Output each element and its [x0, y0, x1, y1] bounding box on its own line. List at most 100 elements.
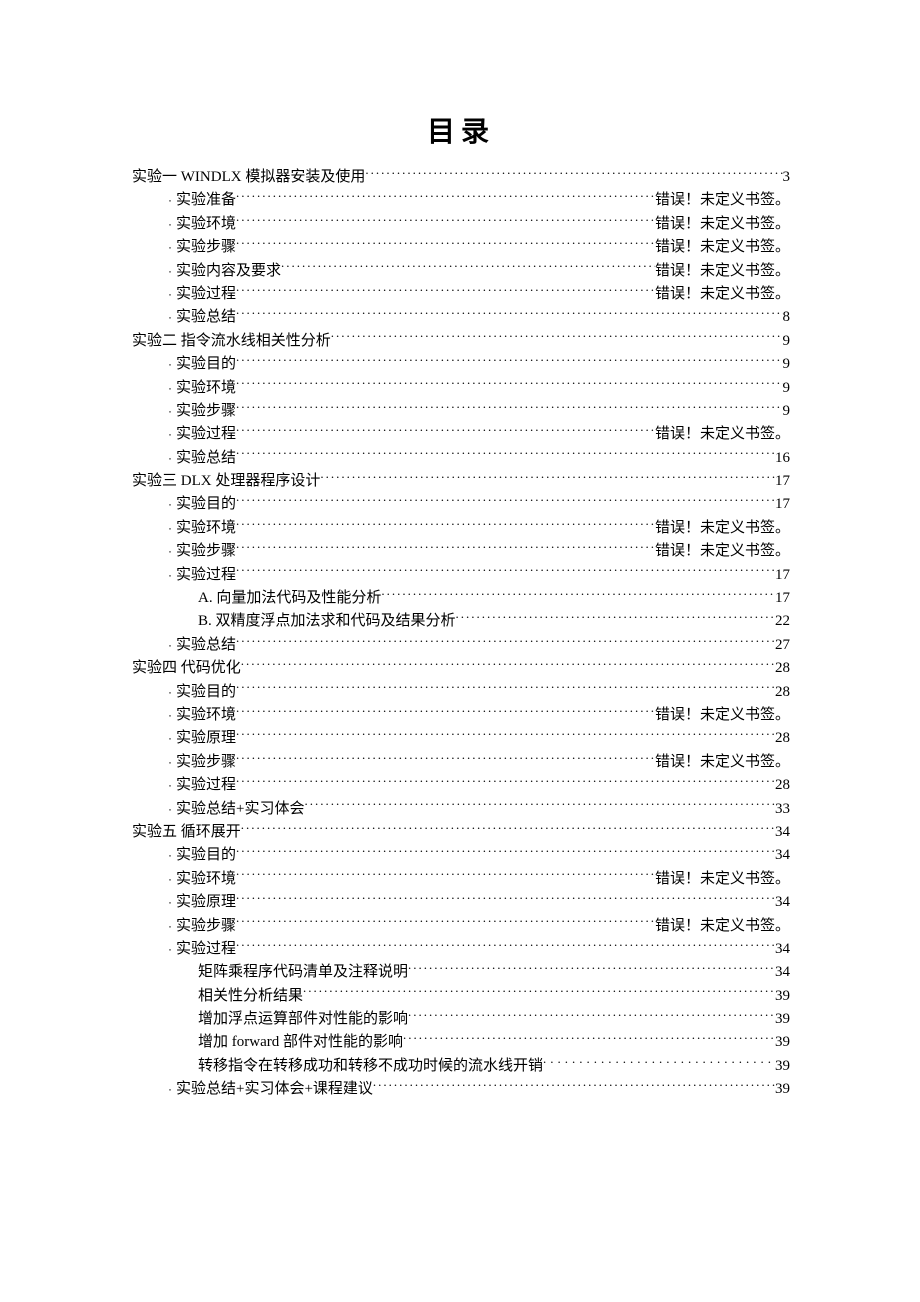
toc-label: 实验环境 — [176, 868, 236, 891]
toc-page-ref: 错误！未定义书签。 — [655, 915, 790, 938]
toc-label: A. 向量加法代码及性能分析 — [198, 587, 381, 610]
toc-entry[interactable]: ·实验总结+实习体会33 — [132, 798, 790, 821]
toc-page-ref: 9 — [783, 400, 791, 423]
leader-dots — [236, 844, 775, 859]
toc-page-ref: 17 — [775, 470, 790, 493]
toc-label: 实验三 DLX 处理器程序设计 — [132, 470, 320, 493]
leader-dots — [236, 704, 655, 719]
toc-label: B. 双精度浮点加法求和代码及结果分析 — [198, 610, 456, 633]
toc-label: 实验环境 — [176, 517, 236, 540]
leader-dots — [403, 1031, 775, 1046]
toc-page-ref: 34 — [775, 891, 790, 914]
toc-entry[interactable]: 实验五 循环展开34 — [132, 821, 790, 844]
leader-dots — [303, 985, 775, 1000]
toc-entry[interactable]: 相关性分析结果39 — [132, 985, 790, 1008]
toc-page-ref: 28 — [775, 774, 790, 797]
toc-entry[interactable]: ·实验过程错误！未定义书签。 — [132, 283, 790, 306]
leader-dots — [236, 493, 775, 508]
toc-entry[interactable]: ·实验总结+实习体会+课程建议39 — [132, 1078, 790, 1101]
leader-dots — [236, 727, 775, 742]
toc-entry[interactable]: 实验四 代码优化28 — [132, 657, 790, 680]
toc-entry[interactable]: ·实验原理28 — [132, 727, 790, 750]
toc-entry[interactable]: ·实验内容及要求错误！未定义书签。 — [132, 260, 790, 283]
toc-label: 实验总结+实习体会+课程建议 — [176, 1078, 373, 1101]
toc-entry[interactable]: ·实验原理34 — [132, 891, 790, 914]
toc-entry[interactable]: 实验三 DLX 处理器程序设计 17 — [132, 470, 790, 493]
toc-entry[interactable]: ·实验环境错误！未定义书签。 — [132, 213, 790, 236]
toc-page-ref: 34 — [775, 844, 790, 867]
toc-entry[interactable]: ·实验环境9 — [132, 377, 790, 400]
leader-dots — [236, 634, 775, 649]
toc-entry[interactable]: ·实验步骤错误！未定义书签。 — [132, 751, 790, 774]
toc-entry[interactable]: 矩阵乘程序代码清单及注释说明34 — [132, 961, 790, 984]
bullet-icon: · — [164, 542, 176, 561]
toc-label: 实验环境 — [176, 377, 236, 400]
toc-entry[interactable]: ·实验准备错误！未定义书签。 — [132, 189, 790, 212]
toc-label: 实验过程 — [176, 423, 236, 446]
toc-entry[interactable]: ·实验总结16 — [132, 447, 790, 470]
bullet-icon: · — [164, 308, 176, 327]
toc-page-ref: 17 — [775, 587, 790, 610]
toc-entry[interactable]: ·实验步骤 错误！未定义书签。 — [132, 540, 790, 563]
toc-entry[interactable]: ·实验过程28 — [132, 774, 790, 797]
toc-page-ref: 17 — [775, 493, 790, 516]
toc-entry[interactable]: ·实验总结27 — [132, 634, 790, 657]
leader-dots — [236, 400, 782, 415]
toc-entry[interactable]: 实验二 指令流水线相关性分析9 — [132, 330, 790, 353]
toc-page-ref: 错误！未定义书签。 — [655, 540, 790, 563]
toc-entry[interactable]: ·实验过程17 — [132, 564, 790, 587]
bullet-icon: · — [164, 683, 176, 702]
toc-label: 实验四 代码优化 — [132, 657, 241, 680]
toc-entry[interactable]: A. 向量加法代码及性能分析 17 — [132, 587, 790, 610]
bullet-icon: · — [164, 495, 176, 514]
toc-label: 实验准备 — [176, 189, 236, 212]
leader-dots — [236, 868, 655, 883]
toc-page-ref: 28 — [775, 727, 790, 750]
toc-entry[interactable]: ·实验目的9 — [132, 353, 790, 376]
toc-entry[interactable]: ·实验步骤 9 — [132, 400, 790, 423]
toc-entry[interactable]: ·实验环境错误！未定义书签。 — [132, 517, 790, 540]
bullet-icon: · — [164, 425, 176, 444]
bullet-icon: · — [164, 706, 176, 725]
toc-label: 实验环境 — [176, 213, 236, 236]
toc-label: 实验内容及要求 — [176, 260, 281, 283]
toc-entry[interactable]: B. 双精度浮点加法求和代码及结果分析22 — [132, 610, 790, 633]
page-title: 目录 — [132, 110, 790, 150]
toc-page-ref: 33 — [775, 798, 790, 821]
toc-entry[interactable]: 增加浮点运算部件对性能的影响39 — [132, 1008, 790, 1031]
toc-entry[interactable]: ·实验环境错误！未定义书签。 — [132, 868, 790, 891]
toc-label: 实验过程 — [176, 564, 236, 587]
toc-entry[interactable]: ·实验过程34 — [132, 938, 790, 961]
toc-label: 相关性分析结果 — [198, 985, 303, 1008]
toc-entry[interactable]: 实验一 WINDLX 模拟器安装及使用3 — [132, 166, 790, 189]
leader-dots — [236, 540, 655, 555]
toc-entry[interactable]: ·实验总结8 — [132, 306, 790, 329]
toc-entry[interactable]: 转移指令在转移成功和转移不成功时候的流水线开销39 — [132, 1055, 790, 1078]
leader-dots — [365, 166, 782, 181]
table-of-contents: 实验一 WINDLX 模拟器安装及使用3·实验准备错误！未定义书签。·实验环境错… — [132, 166, 790, 1102]
toc-entry[interactable]: ·实验环境错误！未定义书签。 — [132, 704, 790, 727]
toc-entry[interactable]: ·实验步骤错误！未定义书签。 — [132, 236, 790, 259]
toc-entry[interactable]: ·实验过程 错误！未定义书签。 — [132, 423, 790, 446]
leader-dots — [236, 774, 775, 789]
leader-dots — [408, 1008, 775, 1023]
bullet-icon: · — [164, 800, 176, 819]
toc-entry[interactable]: ·实验目的17 — [132, 493, 790, 516]
toc-entry[interactable]: 增加 forward 部件对性能的影响39 — [132, 1031, 790, 1054]
toc-label: 实验步骤 — [176, 540, 236, 563]
bullet-icon: · — [164, 402, 176, 421]
toc-label: 实验步骤 — [176, 236, 236, 259]
toc-entry[interactable]: ·实验目的34 — [132, 844, 790, 867]
toc-entry[interactable]: ·实验步骤错误！未定义书签。 — [132, 915, 790, 938]
bullet-icon: · — [164, 776, 176, 795]
toc-entry[interactable]: ·实验目的28 — [132, 681, 790, 704]
leader-dots — [236, 891, 775, 906]
toc-page-ref: 错误！未定义书签。 — [655, 423, 790, 446]
leader-dots — [408, 961, 775, 976]
bullet-icon: · — [164, 729, 176, 748]
bullet-icon: · — [164, 215, 176, 234]
bullet-icon: · — [164, 355, 176, 374]
toc-label: 实验步骤 — [176, 400, 236, 423]
toc-page-ref: 17 — [775, 564, 790, 587]
leader-dots — [236, 353, 782, 368]
